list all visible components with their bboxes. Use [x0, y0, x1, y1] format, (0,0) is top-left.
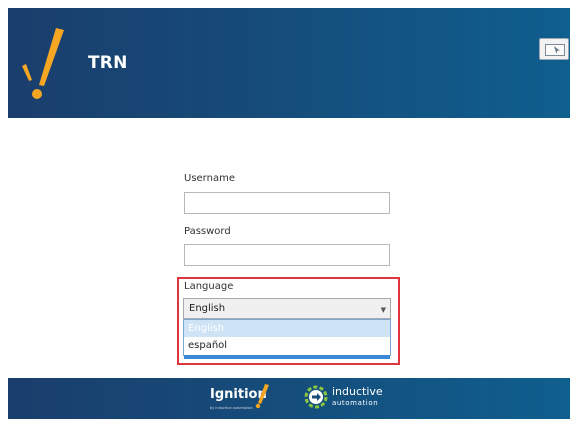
- username-input[interactable]: [184, 192, 390, 214]
- language-option-english[interactable]: English: [184, 320, 390, 337]
- password-label: Password: [184, 226, 231, 237]
- ignition-mark-icon: [255, 384, 269, 409]
- language-select[interactable]: English ▼: [183, 298, 391, 319]
- screen-button[interactable]: [539, 38, 569, 60]
- language-selected-value: English: [189, 303, 226, 314]
- automation-brand-text: automation: [332, 399, 379, 407]
- app-header: TRN: [8, 8, 570, 118]
- inductive-brand-text: inductive: [332, 385, 383, 398]
- app-title: TRN: [88, 53, 128, 73]
- ignition-brand-subtext: by inductive automation: [210, 406, 253, 410]
- screen-icon: [545, 44, 565, 56]
- language-label: Language: [184, 281, 234, 292]
- dropdown-scroll-strip: [184, 355, 390, 359]
- username-label: Username: [184, 173, 235, 184]
- app-footer: Ignition by inductive automation inducti…: [8, 378, 570, 419]
- language-option-espanol[interactable]: español: [184, 337, 390, 354]
- language-dropdown-list[interactable]: English español: [183, 319, 391, 359]
- inductive-automation-gear-icon: [304, 385, 328, 409]
- ignition-logo-icon: [22, 28, 64, 99]
- chevron-down-icon: ▼: [380, 306, 386, 314]
- password-input[interactable]: [184, 244, 390, 266]
